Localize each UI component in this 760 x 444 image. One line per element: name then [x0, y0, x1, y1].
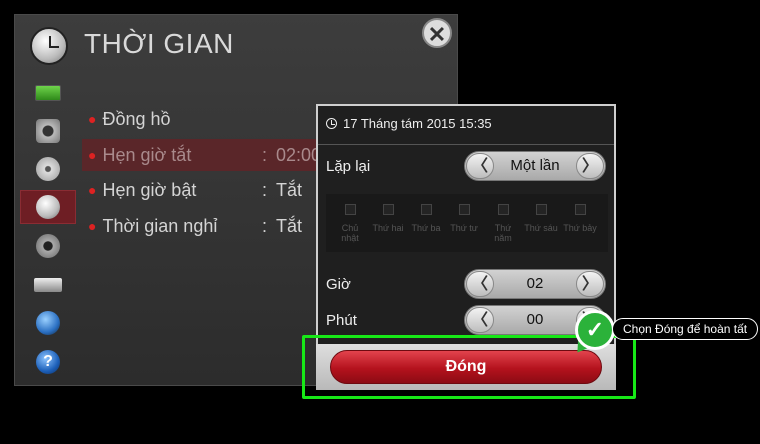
sidebar-item-network[interactable] — [20, 306, 76, 340]
menu-separator: : — [262, 216, 268, 236]
menu-separator: : — [262, 180, 268, 200]
sidebar-item-input[interactable] — [20, 268, 76, 302]
page-title: THỜI GIAN — [84, 28, 234, 59]
repeat-stepper: 〈 Một lần 〉 — [464, 151, 606, 181]
day-label: Thứ sáu — [524, 223, 558, 233]
dialog-datetime: 17 Tháng tám 2015 15:35 — [326, 116, 492, 131]
sidebar-item-audio[interactable] — [20, 114, 76, 148]
sidebar-item-time[interactable] — [20, 190, 76, 224]
checkbox-icon — [344, 204, 356, 215]
menu-item-label: Hẹn giờ bật — [102, 179, 197, 200]
day-label: Thứ ba — [411, 223, 441, 233]
bullet-icon: ● — [88, 147, 97, 163]
menu-item-label: Hẹn giờ tắt — [102, 144, 192, 165]
checkbox-icon — [574, 204, 586, 215]
clock-icon — [326, 118, 337, 129]
repeat-label: Lặp lại — [326, 158, 371, 175]
instruction-tooltip: Chọn Đóng để hoàn tất — [612, 318, 759, 340]
checkbox-icon — [458, 204, 470, 215]
close-button[interactable]: ✕ — [422, 18, 452, 48]
speaker-icon — [36, 119, 60, 143]
menu-item-value: Tắt — [276, 180, 303, 200]
datetime-text: 17 Tháng tám 2015 15:35 — [343, 116, 492, 131]
chevron-left-icon[interactable]: 〈 — [466, 271, 494, 297]
day-label: Thứ năm — [494, 223, 512, 243]
checkbox-icon — [382, 204, 394, 215]
repeat-value: Một lần — [510, 157, 560, 174]
menu-item-value: Tắt — [276, 216, 303, 236]
chevron-right-icon[interactable]: 〉 — [576, 153, 604, 179]
help-icon: ? — [36, 350, 60, 374]
sidebar-item-channel[interactable] — [20, 152, 76, 186]
menu-item-label: Đồng hồ — [102, 108, 171, 129]
checkbox-icon — [420, 204, 432, 215]
lock-icon — [36, 234, 60, 258]
sidebar-item-lock[interactable] — [20, 229, 76, 263]
disc-icon — [36, 157, 60, 181]
day-label: Chủ nhật — [341, 223, 359, 243]
sidebar-item-picture[interactable] — [20, 76, 76, 110]
day-label: Thứ tư — [450, 223, 478, 233]
chevron-left-icon[interactable]: 〈 — [466, 307, 494, 333]
menu-item-label: Thời gian nghỉ — [102, 215, 218, 236]
day-checkbox-tuesday[interactable]: Thứ ba — [409, 196, 443, 233]
check-icon: ✓ — [575, 310, 615, 350]
day-checkbox-monday[interactable]: Thứ hai — [371, 196, 405, 233]
chevron-left-icon[interactable]: 〈 — [466, 153, 494, 179]
day-label: Thứ hai — [372, 223, 404, 233]
minute-value: 00 — [526, 311, 544, 328]
picture-icon — [35, 85, 61, 101]
clock-icon — [36, 195, 60, 219]
bullet-icon: ● — [88, 182, 97, 198]
bullet-icon: ● — [88, 111, 97, 127]
menu-item-clock[interactable]: ● Đồng hồ — [82, 103, 322, 135]
bullet-icon: ● — [88, 218, 97, 234]
hour-stepper: 〈 02 〉 — [464, 269, 606, 299]
globe-icon — [36, 311, 60, 335]
checkbox-icon — [497, 204, 509, 215]
day-checkbox-saturday[interactable]: Thứ bảy — [563, 196, 597, 233]
divider — [318, 144, 614, 145]
input-icon — [34, 278, 62, 292]
checkbox-icon — [535, 204, 547, 215]
hour-value: 02 — [526, 275, 544, 292]
day-checkbox-sunday[interactable]: Chủ nhật — [333, 196, 367, 243]
clock-icon — [30, 27, 68, 65]
menu-separator: : — [262, 145, 268, 165]
menu-item-value: 02:00 — [276, 145, 322, 165]
sidebar-item-support[interactable]: ? — [20, 345, 76, 379]
day-checkbox-friday[interactable]: Thứ sáu — [524, 196, 558, 233]
day-checkbox-wednesday[interactable]: Thứ tư — [447, 196, 481, 233]
chevron-right-icon[interactable]: 〉 — [576, 271, 604, 297]
hour-label: Giờ — [326, 276, 351, 293]
day-checkbox-thursday[interactable]: Thứ năm — [486, 196, 520, 243]
minute-label: Phút — [326, 312, 357, 329]
day-label: Thứ bảy — [563, 223, 597, 233]
